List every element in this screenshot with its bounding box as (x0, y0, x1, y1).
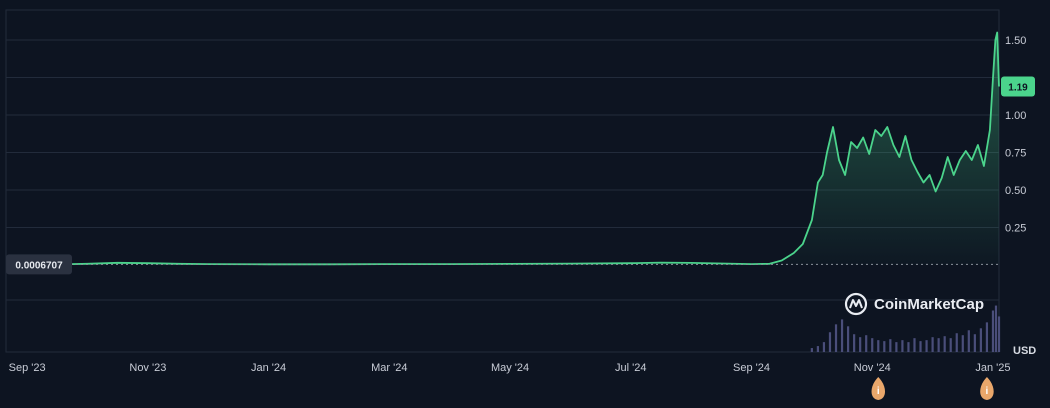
x-axis: Sep '23 Nov '23 Jan '24 Mar '24 May '24 Jul '… (9, 362, 1011, 374)
x-tick-label: Nov '23 (129, 362, 166, 374)
volume-bar (889, 339, 892, 352)
area-layer (5, 31, 1000, 266)
volume-bar (979, 328, 982, 352)
volume-bar (955, 333, 958, 352)
event-marker[interactable]: i (871, 377, 886, 400)
volume-bar (949, 338, 952, 352)
event-marker-label: i (986, 386, 989, 397)
x-tick-label: Jan '25 (975, 362, 1010, 374)
volume-bar (991, 310, 995, 352)
y-tick-label: 0.75 (1005, 148, 1026, 160)
y-axis-unit: USD (1013, 345, 1036, 357)
watermark-brand: CoinMarketCap (874, 296, 984, 313)
volume-bar (810, 348, 813, 352)
volume-bar (895, 342, 898, 352)
coinmarketcap-logo-icon (844, 292, 868, 316)
y-tick-label: 0.50 (1005, 185, 1026, 197)
volume-bar (883, 341, 886, 352)
volume-bar (877, 340, 880, 352)
volume-bar (985, 322, 989, 352)
watermark: CoinMarketCap (844, 292, 984, 316)
x-tick-label: Jan '24 (251, 362, 286, 374)
volume-bar (913, 338, 916, 352)
volume-bar (871, 338, 874, 352)
volume-bar (931, 337, 934, 352)
x-tick-label: May '24 (491, 362, 529, 374)
volume-bar (865, 335, 868, 352)
volume-bar (997, 316, 1001, 352)
event-marker[interactable]: i (980, 377, 994, 400)
x-tick-label: Sep '24 (733, 362, 770, 374)
x-tick-label: Sep '23 (9, 362, 46, 374)
start-price-label: 0.0006707 (15, 260, 63, 271)
price-chart[interactable]: 1.50 1.00 0.75 0.50 0.25 Sep '23 Nov '23 Jan '… (0, 0, 1050, 408)
y-tick-label: 0.25 (1005, 223, 1026, 235)
volume-bar (973, 334, 976, 352)
volume-bar (816, 346, 820, 352)
current-price-label: 1.19 (1008, 83, 1028, 94)
volume-bar (994, 305, 998, 352)
volume-bar (846, 326, 850, 352)
y-tick-label: 1.00 (1005, 110, 1026, 122)
volume-bar (937, 338, 940, 352)
volume-bar (859, 337, 862, 352)
event-markers[interactable]: ii (871, 377, 994, 400)
y-axis: 1.50 1.00 0.75 0.50 0.25 (1005, 35, 1026, 235)
volume-bar (919, 341, 922, 352)
volume-bar (961, 335, 964, 352)
x-tick-label: Nov '24 (854, 362, 891, 374)
volume-bar (967, 330, 970, 352)
y-tick-label: 1.50 (1005, 35, 1026, 47)
price-chart-svg[interactable]: 1.50 1.00 0.75 0.50 0.25 Sep '23 Nov '23 Jan '… (0, 0, 1050, 408)
volume-bar (925, 340, 928, 352)
volume-bar (907, 342, 910, 352)
event-marker-label: i (877, 386, 880, 397)
volume-bar (853, 334, 856, 352)
volume-bar (840, 319, 844, 352)
volume-bar (834, 324, 838, 352)
x-tick-label: Jul '24 (615, 362, 646, 374)
x-tick-label: Mar '24 (371, 362, 407, 374)
volume-bar (943, 336, 946, 352)
volume-bar (901, 340, 904, 352)
volume-bar (828, 332, 832, 352)
volume-bar (822, 342, 826, 352)
